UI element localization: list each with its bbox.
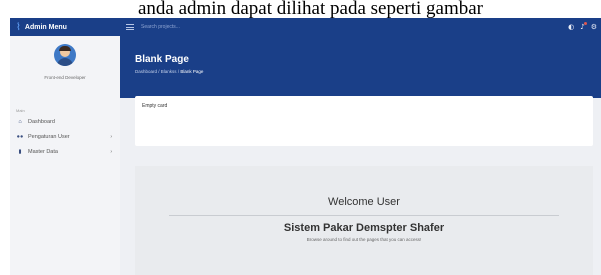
sidebar-brand-title: Admin Menu <box>24 23 67 31</box>
welcome-panel: Welcome User Sistem Pakar Demspter Shafe… <box>135 166 593 275</box>
document-caption: anda admin dapat dilihat pada seperti ga… <box>137 0 484 18</box>
menu-heading: Main <box>16 108 25 113</box>
welcome-subtitle: Sistem Pakar Demspter Shafer <box>283 222 445 234</box>
hamburger-menu-icon[interactable] <box>126 24 134 30</box>
pulse-logo-icon: ⌇ <box>16 21 21 33</box>
admin-app: ⌇ Admin Menu Front-end Developer Main ⌂ … <box>10 18 601 275</box>
breadcrumb-current: Blank Page <box>180 69 204 74</box>
welcome-description: Browse around to find out the pages that… <box>306 237 422 242</box>
settings-gear-icon[interactable]: ⚙ <box>591 23 597 31</box>
divider <box>169 215 559 216</box>
avatar <box>54 44 76 66</box>
breadcrumb: Dashboard / Blankss / Blank Page <box>135 69 601 74</box>
messages-icon[interactable]: ◐ <box>568 23 574 31</box>
sidebar-item-dashboard[interactable]: ⌂ Dashboard <box>10 115 120 128</box>
sidebar-brand[interactable]: ⌇ Admin Menu <box>10 18 120 36</box>
sidebar-item-label: Pengaturan User <box>28 133 70 140</box>
page-header: Blank Page Dashboard / Blankss / Blank P… <box>120 36 601 98</box>
sidebar-item-pengaturan-user[interactable]: ●● Pengaturan User › <box>10 130 120 143</box>
user-profile: Front-end Developer <box>10 36 120 106</box>
notifications-bell-icon[interactable]: ♪ <box>580 22 587 31</box>
sidebar-item-label: Dashboard <box>28 118 55 125</box>
card-title: Empty card <box>142 103 168 109</box>
search-input[interactable]: Search projects... <box>141 24 568 30</box>
sidebar-item-label: Master Data <box>28 148 58 155</box>
empty-card: Empty card <box>135 96 593 146</box>
users-icon: ●● <box>16 133 24 140</box>
sidebar-item-master-data[interactable]: ▮ Master Data › <box>10 145 120 158</box>
main-content: Search projects... ◐ ♪ ⚙ Blank Page Dash… <box>120 18 601 275</box>
breadcrumb-link-dashboard[interactable]: Dashboard <box>135 69 157 74</box>
breadcrumb-link-blankss[interactable]: Blankss <box>161 69 177 74</box>
profile-name: Front-end Developer <box>44 75 86 80</box>
home-icon: ⌂ <box>18 118 22 125</box>
chevron-right-icon: › <box>110 148 112 155</box>
database-icon: ▮ <box>18 148 22 155</box>
chevron-right-icon: › <box>110 133 112 140</box>
sidebar: ⌇ Admin Menu Front-end Developer Main ⌂ … <box>10 18 120 275</box>
top-navbar: Search projects... ◐ ♪ ⚙ <box>120 18 601 36</box>
page-title: Blank Page <box>135 54 189 65</box>
welcome-title: Welcome User <box>328 196 400 208</box>
